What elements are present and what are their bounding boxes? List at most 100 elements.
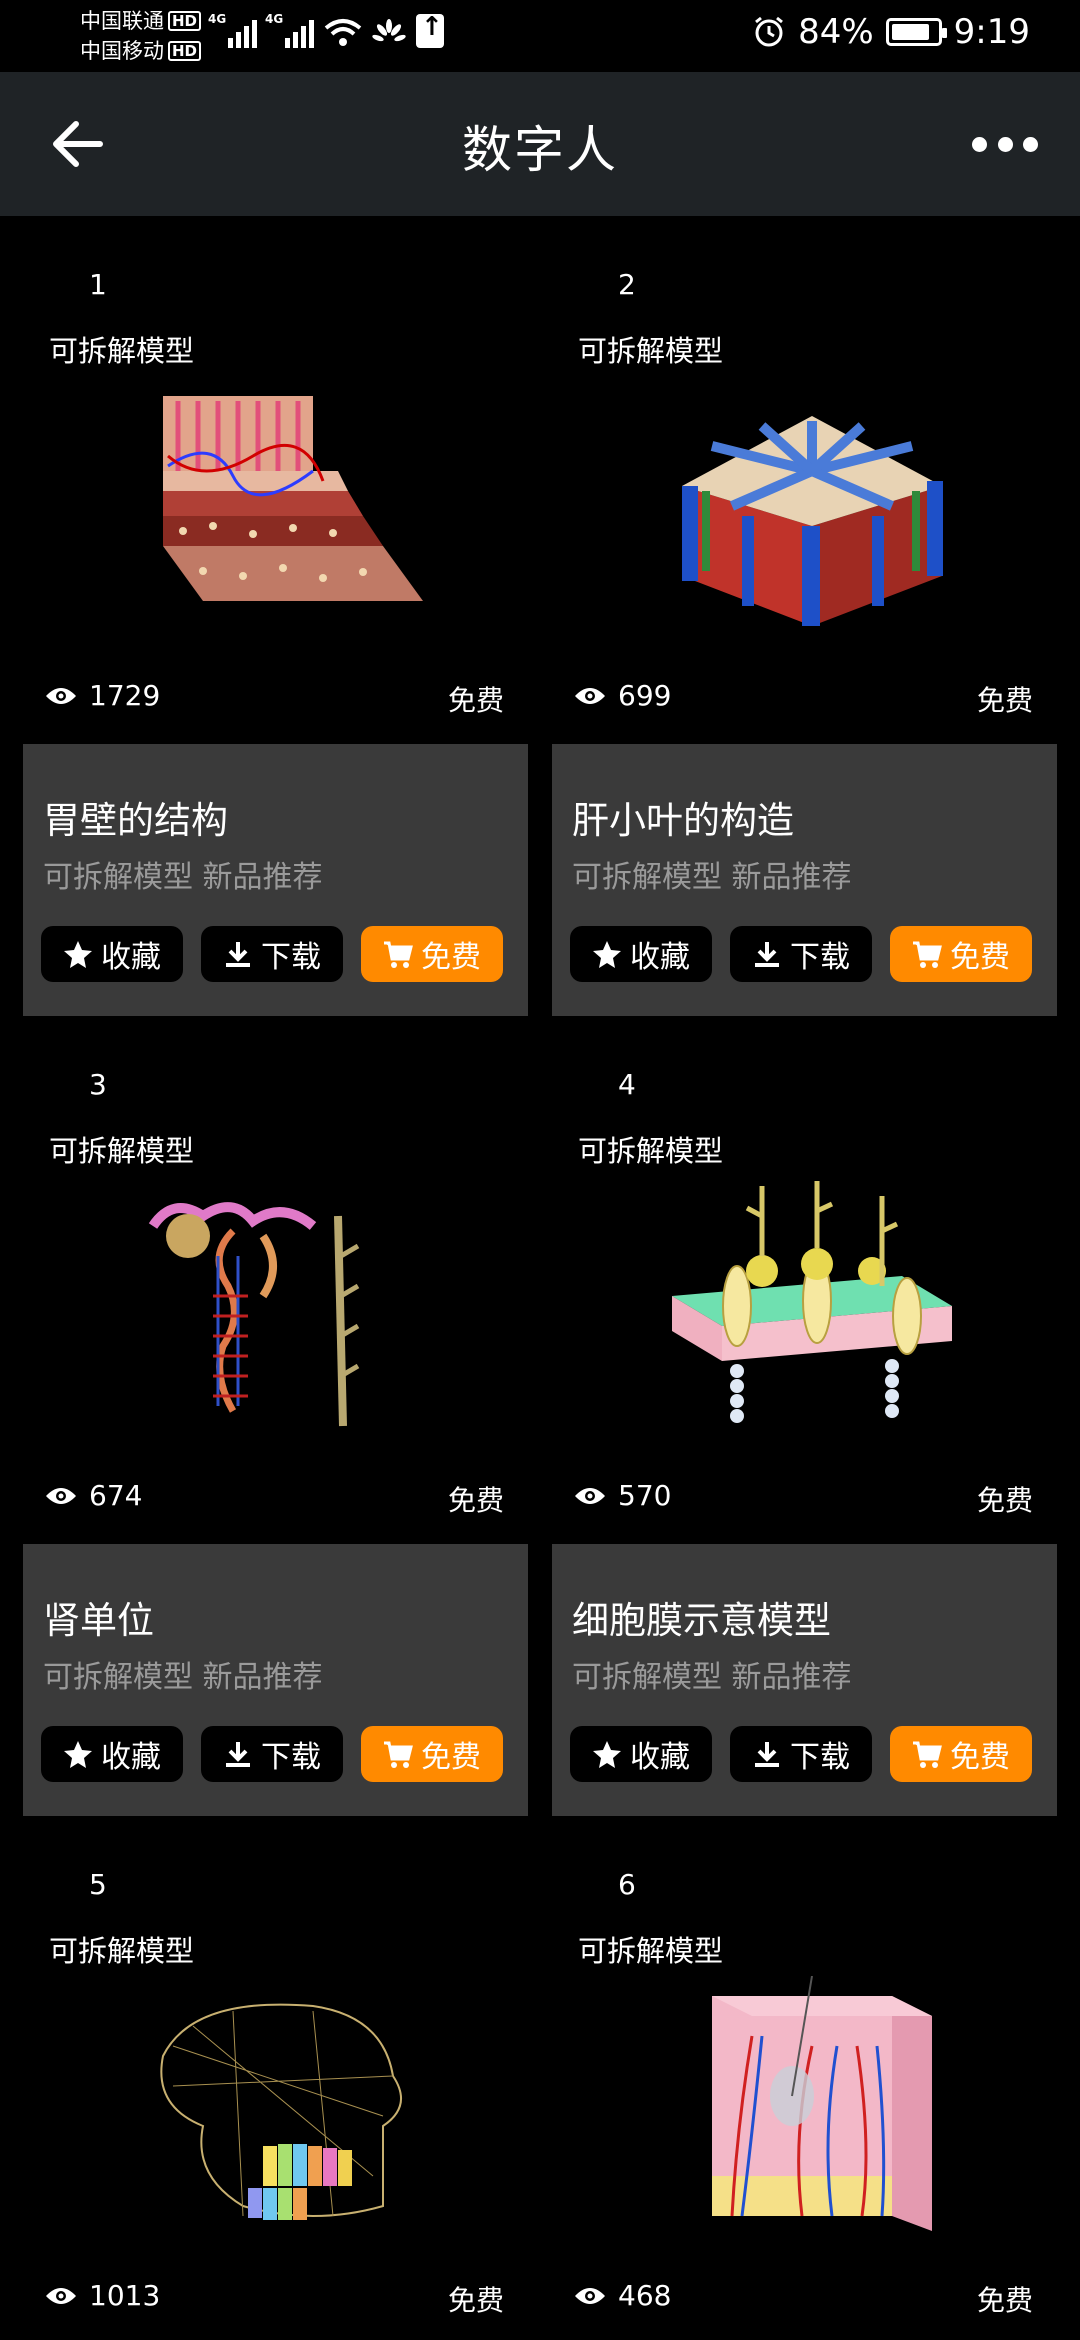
- model-card[interactable]: 5 可拆解模型 1013 免费: [23, 1816, 528, 2340]
- favorite-label: 收藏: [630, 1740, 690, 1775]
- card-title: 肾单位: [43, 1599, 154, 1642]
- hd-badge: HD: [168, 41, 202, 61]
- buy-button[interactable]: 免费: [890, 1726, 1032, 1782]
- eye-icon: [46, 2287, 76, 2304]
- card-subtitle: 可拆解模型 新品推荐: [572, 860, 852, 895]
- download-button[interactable]: 下载: [730, 926, 872, 982]
- download-label: 下载: [261, 1740, 321, 1775]
- model-card[interactable]: 4 可拆解模型 570 免费 细胞膜示意模型 可拆解模型 新品推荐 收藏 下载 …: [552, 1016, 1057, 1816]
- favorite-button[interactable]: 收藏: [41, 926, 183, 982]
- card-info-panel: 肝小叶的构造 可拆解模型 新品推荐 收藏 下载 免费: [552, 744, 1057, 1016]
- cell-membrane-model-image[interactable]: [642, 1176, 982, 1436]
- carrier-2: 中国移动: [80, 39, 164, 63]
- card-index: 3: [89, 1068, 107, 1101]
- skull-teeth-model-image[interactable]: [113, 1976, 453, 2236]
- cart-icon: [913, 941, 942, 968]
- price-label: 免费: [976, 2284, 1033, 2317]
- liver-lobule-model-image[interactable]: [642, 376, 982, 636]
- signal-2-icon: 4G: [265, 12, 314, 48]
- favorite-button[interactable]: 收藏: [570, 1726, 712, 1782]
- view-count: 699: [574, 679, 671, 712]
- buy-label: 免费: [950, 1740, 1010, 1775]
- eye-icon: [46, 1487, 76, 1504]
- card-subtitle: 可拆解模型 新品推荐: [572, 1660, 852, 1695]
- view-count: 1729: [45, 679, 160, 712]
- more-dot-icon: [997, 136, 1013, 152]
- price-label: 免费: [447, 2284, 504, 2317]
- download-label: 下载: [261, 940, 321, 975]
- model-tag: 可拆解模型: [578, 334, 724, 368]
- buy-label: 免费: [950, 940, 1010, 975]
- clock: 9:19: [953, 12, 1030, 52]
- card-info-panel: 细胞膜示意模型 可拆解模型 新品推荐 收藏 下载 免费: [552, 1544, 1057, 1816]
- model-card[interactable]: 1 可拆解模型 1729 免费 胃壁的结构 可拆解模型 新品推荐 收藏 下载 免…: [23, 216, 528, 1016]
- alarm-icon: [755, 16, 783, 47]
- card-index: 1: [89, 268, 107, 301]
- battery-icon: [885, 18, 947, 46]
- download-label: 下载: [790, 940, 850, 975]
- view-count: 1013: [45, 2279, 160, 2312]
- star-icon: [593, 941, 621, 968]
- download-button[interactable]: 下载: [730, 1726, 872, 1782]
- card-title: 胃壁的结构: [43, 799, 228, 842]
- model-tag: 可拆解模型: [49, 1934, 195, 1968]
- model-tag: 可拆解模型: [578, 1134, 724, 1168]
- star-icon: [64, 941, 92, 968]
- more-options-button[interactable]: [972, 124, 1038, 164]
- download-icon: [226, 1742, 250, 1767]
- card-title: 肝小叶的构造: [572, 799, 794, 842]
- favorite-button[interactable]: 收藏: [570, 926, 712, 982]
- card-index: 6: [618, 1868, 636, 1901]
- carrier-1: 中国联通: [80, 9, 164, 33]
- price-label: 免费: [447, 684, 504, 717]
- card-subtitle: 可拆解模型 新品推荐: [43, 860, 323, 895]
- star-icon: [64, 1741, 92, 1768]
- signal-1-icon: 4G: [208, 12, 257, 48]
- more-dot-icon: [1023, 136, 1038, 152]
- favorite-label: 收藏: [101, 940, 161, 975]
- star-icon: [593, 1741, 621, 1768]
- favorite-label: 收藏: [630, 940, 690, 975]
- model-card[interactable]: 2 可拆解模型 699 免费 肝小叶的构造 可拆解模型 新品推荐 收藏 下载 免…: [552, 216, 1057, 1016]
- card-title: 细胞膜示意模型: [572, 1599, 831, 1642]
- price-label: 免费: [976, 1484, 1033, 1517]
- model-tag: 可拆解模型: [578, 1934, 724, 1968]
- download-icon: [226, 942, 250, 967]
- model-card[interactable]: 6 可拆解模型 468 免费: [552, 1816, 1057, 2340]
- eye-icon: [46, 687, 76, 704]
- favorite-button[interactable]: 收藏: [41, 1726, 183, 1782]
- huawei-share-icon: [372, 19, 406, 42]
- carrier-info: 中国联通 HD 中国移动 HD: [80, 6, 202, 66]
- download-icon: [755, 1742, 779, 1767]
- status-bar: 中国联通 HD 中国移动 HD 4G 4G ↑ 84% 9:19: [0, 0, 1080, 72]
- view-count: 570: [574, 1479, 671, 1512]
- nephron-model-image[interactable]: [113, 1176, 453, 1436]
- download-button[interactable]: 下载: [201, 926, 343, 982]
- view-count: 468: [574, 2279, 671, 2312]
- app-bar: 数字人: [0, 72, 1080, 216]
- cart-icon: [384, 941, 413, 968]
- card-subtitle: 可拆解模型 新品推荐: [43, 1660, 323, 1695]
- skin-structure-model-image[interactable]: [642, 1976, 982, 2236]
- eye-icon: [575, 687, 605, 704]
- stomach-wall-model-image[interactable]: [113, 376, 453, 636]
- view-count: 674: [45, 1479, 142, 1512]
- model-card[interactable]: 3 可拆解模型 674 免费 肾单位 可拆解模型 新品推荐 收藏 下载 免费: [23, 1016, 528, 1816]
- eye-icon: [575, 2287, 605, 2304]
- buy-button[interactable]: 免费: [890, 926, 1032, 982]
- cart-icon: [384, 1741, 413, 1768]
- buy-button[interactable]: 免费: [361, 926, 503, 982]
- view-count-value: 674: [89, 1479, 143, 1512]
- favorite-label: 收藏: [101, 1740, 161, 1775]
- buy-button[interactable]: 免费: [361, 1726, 503, 1782]
- download-button[interactable]: 下载: [201, 1726, 343, 1782]
- buy-label: 免费: [421, 940, 481, 975]
- card-index: 5: [89, 1868, 107, 1901]
- price-label: 免费: [447, 1484, 504, 1517]
- model-tag: 可拆解模型: [49, 334, 195, 368]
- wifi-icon: [324, 19, 362, 46]
- download-label: 下载: [790, 1740, 850, 1775]
- card-info-panel: 胃壁的结构 可拆解模型 新品推荐 收藏 下载 免费: [23, 744, 528, 1016]
- view-count-value: 570: [618, 1479, 672, 1512]
- buy-label: 免费: [421, 1740, 481, 1775]
